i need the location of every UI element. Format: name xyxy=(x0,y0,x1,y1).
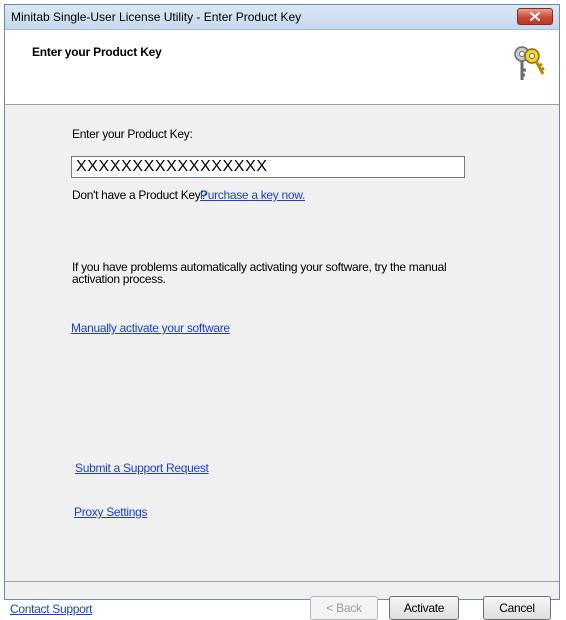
problems-text-line2: activation process. xyxy=(72,272,166,286)
manual-activation-link[interactable]: Manually activate your software xyxy=(71,321,230,335)
purchase-key-link[interactable]: Purchase a key now. xyxy=(200,188,305,202)
footer-divider xyxy=(5,581,559,582)
keys-icon xyxy=(514,46,545,80)
no-key-text: Don't have a Product Key? xyxy=(72,188,207,202)
wizard-header: Enter your Product Key xyxy=(5,30,559,105)
product-key-label: Enter your Product Key: xyxy=(72,127,193,141)
activate-button[interactable]: Activate xyxy=(389,596,459,620)
cancel-button[interactable]: Cancel xyxy=(483,596,551,620)
product-key-input[interactable] xyxy=(71,156,465,178)
contact-support-link[interactable]: Contact Support xyxy=(10,602,93,616)
close-icon xyxy=(530,12,540,21)
back-button[interactable]: < Back xyxy=(310,596,378,620)
support-request-link[interactable]: Submit a Support Request xyxy=(75,461,209,475)
license-utility-window: Minitab Single-User License Utility - En… xyxy=(4,4,560,620)
window-title: Minitab Single-User License Utility - En… xyxy=(11,10,302,24)
wizard-content: Enter your Product Key: Don't have a Pro… xyxy=(5,105,559,620)
proxy-settings-link[interactable]: Proxy Settings xyxy=(74,505,147,519)
close-button[interactable] xyxy=(517,8,553,25)
page-title: Enter your Product Key xyxy=(32,45,162,59)
title-bar[interactable]: Minitab Single-User License Utility - En… xyxy=(5,5,559,30)
